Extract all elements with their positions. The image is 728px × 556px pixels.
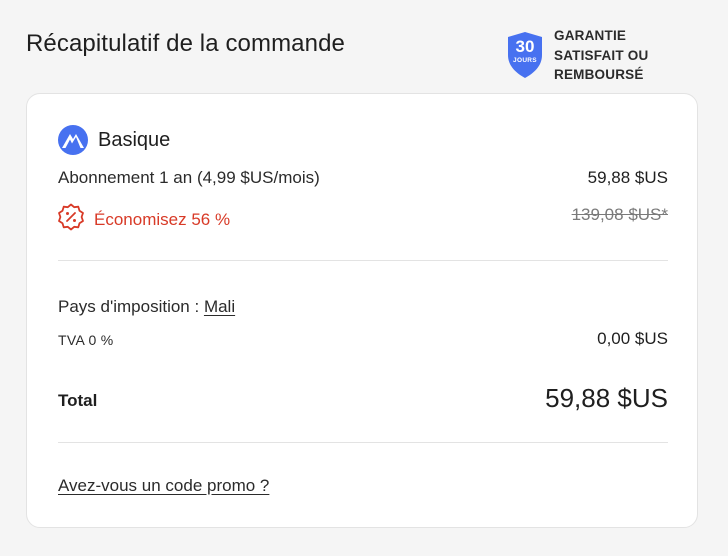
savings-row: Économisez 56 %	[57, 203, 230, 236]
subscription-price: 59,88 $US	[587, 168, 668, 187]
guarantee-days: 30	[515, 37, 535, 56]
original-price: 139,08 $US*	[571, 205, 668, 224]
plan-name: Basique	[98, 128, 171, 151]
tax-country-label: Pays d'imposition :	[58, 297, 200, 316]
subscription-label: Abonnement 1 an (4,99 $US/mois)	[58, 168, 320, 187]
guarantee-text: GARANTIE SATISFAIT OU REMBOURSÉ	[554, 26, 648, 85]
shield-badge-icon: 30 JOURS	[506, 31, 544, 79]
savings-label: Économisez 56 %	[94, 209, 231, 229]
page-title: Récapitulatif de la commande	[26, 30, 345, 57]
mountain-logo-icon	[58, 125, 88, 155]
promo-code-link[interactable]: Avez-vous un code promo ?	[58, 476, 269, 496]
tax-country-row: Pays d'imposition : Mali	[58, 297, 235, 317]
discount-badge-icon	[57, 203, 85, 236]
total-value: 59,88 $US	[545, 383, 668, 413]
divider	[58, 260, 668, 261]
plan-header: Basique	[58, 125, 170, 155]
vat-amount: 0,00 $US	[597, 329, 668, 348]
total-label: Total	[58, 391, 98, 410]
guarantee-line-3: REMBOURSÉ	[554, 67, 644, 82]
divider	[58, 442, 668, 443]
order-summary-card: Basique Abonnement 1 an (4,99 $US/mois) …	[26, 93, 698, 528]
guarantee-badge: 30 JOURS GARANTIE SATISFAIT OU REMBOURSÉ	[506, 26, 648, 85]
guarantee-line-2: SATISFAIT OU	[554, 47, 649, 63]
vat-label: TVA 0 %	[58, 332, 114, 348]
guarantee-days-label: JOURS	[513, 57, 537, 64]
tax-country-link[interactable]: Mali	[204, 297, 235, 316]
guarantee-line-1: GARANTIE	[554, 28, 627, 43]
